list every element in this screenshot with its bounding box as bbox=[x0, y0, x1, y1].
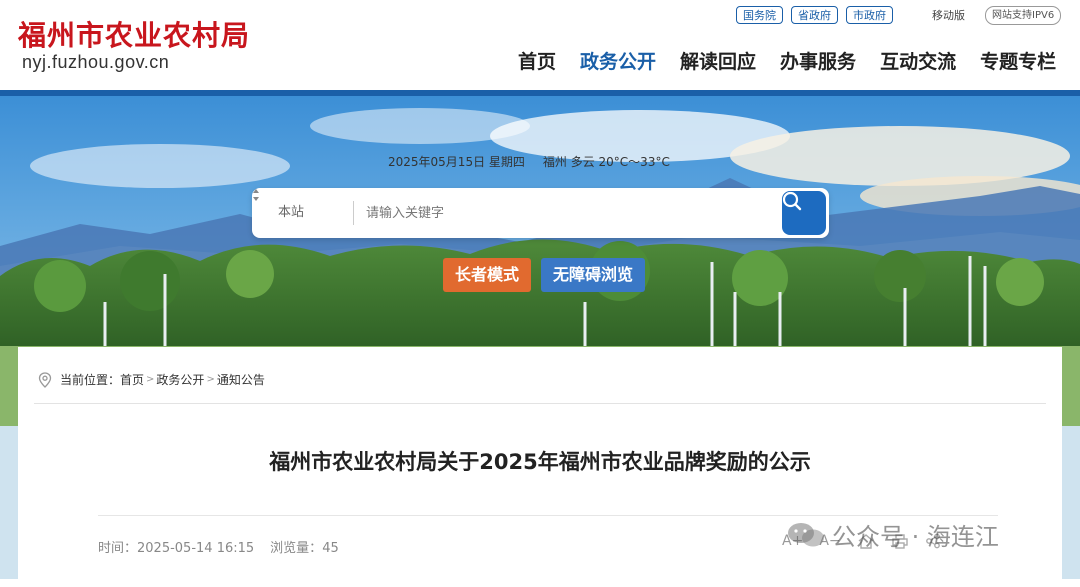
search-bar: 本站 bbox=[252, 188, 829, 238]
article-meta: 时间：2025-05-14 16:15 浏览量：45 bbox=[98, 537, 339, 556]
breadcrumb-separator: > bbox=[206, 374, 215, 385]
search-button[interactable] bbox=[782, 191, 826, 235]
breadcrumb-divider bbox=[34, 403, 1046, 404]
breadcrumb-home[interactable]: 首页 bbox=[120, 371, 144, 388]
site-domain: nyj.fuzhou.gov.cn bbox=[22, 52, 170, 72]
article-tools: A+ A− bbox=[782, 533, 941, 549]
link-provincial-gov[interactable]: 省政府 bbox=[791, 6, 838, 24]
print-icon[interactable] bbox=[891, 533, 909, 549]
home-icon[interactable] bbox=[857, 533, 875, 549]
search-icon bbox=[782, 191, 802, 211]
date-weather: 2025年05月15日 星期四 福州 多云 20°C～33°C bbox=[388, 153, 670, 170]
breadcrumb-prefix: 当前位置： bbox=[60, 373, 121, 387]
publish-time-label: 时间： bbox=[98, 541, 138, 556]
link-city-gov[interactable]: 市政府 bbox=[846, 6, 893, 24]
breadcrumb-government-affairs[interactable]: 政务公开 bbox=[156, 371, 204, 388]
article-title: 福州市农业农村局关于2025年福州市农业品牌奖励的公示 bbox=[269, 450, 811, 474]
nav-services[interactable]: 办事服务 bbox=[780, 47, 856, 74]
article-card: 当前位置： 首页 > 政务公开 > 通知公告 福州市农业农村局关于2025年福州… bbox=[18, 347, 1062, 587]
view-count-value: 45 bbox=[322, 541, 339, 556]
ipv6-badge[interactable]: 网站支持IPV6 bbox=[985, 6, 1062, 25]
view-count: 浏览量：45 bbox=[270, 537, 339, 556]
breadcrumb-notices[interactable]: 通知公告 bbox=[217, 371, 265, 388]
search-scope-value: 本站 bbox=[278, 205, 305, 220]
nav-home[interactable]: 首页 bbox=[518, 47, 556, 74]
link-state-council[interactable]: 国务院 bbox=[736, 6, 783, 24]
current-date: 2025年05月15日 星期四 bbox=[388, 155, 525, 169]
nav-interpretation[interactable]: 解读回应 bbox=[680, 47, 756, 74]
nav-special-topics[interactable]: 专题专栏 bbox=[980, 47, 1056, 74]
search-divider bbox=[353, 201, 354, 225]
site-header: 福州市农业农村局 nyj.fuzhou.gov.cn 国务院 省政府 市政府 移… bbox=[0, 0, 1080, 96]
nav-interaction[interactable]: 互动交流 bbox=[880, 47, 956, 74]
view-count-label: 浏览量： bbox=[270, 541, 323, 556]
accessible-browse-button[interactable]: 无障碍浏览 bbox=[541, 258, 646, 292]
font-increase-button[interactable]: A+ bbox=[782, 533, 803, 549]
share-icon[interactable] bbox=[925, 533, 941, 549]
nav-government-affairs[interactable]: 政务公开 bbox=[580, 47, 656, 74]
sort-arrows-icon bbox=[253, 189, 259, 201]
elder-mode-button[interactable]: 长者模式 bbox=[443, 258, 532, 292]
location-pin-icon bbox=[38, 371, 52, 388]
weather-info: 福州 多云 20°C～33°C bbox=[542, 155, 670, 169]
breadcrumb-separator: > bbox=[146, 374, 155, 385]
site-title[interactable]: 福州市农业农村局 bbox=[18, 14, 250, 54]
top-links: 国务院 省政府 市政府 bbox=[736, 6, 893, 24]
breadcrumb: 当前位置： 首页 > 政务公开 > 通知公告 bbox=[38, 371, 265, 388]
mobile-version-link[interactable]: 移动版 bbox=[932, 7, 965, 23]
font-decrease-button[interactable]: A− bbox=[819, 533, 840, 549]
search-input[interactable] bbox=[356, 198, 776, 228]
search-scope-select[interactable]: 本站 bbox=[266, 188, 350, 238]
meta-divider bbox=[98, 515, 998, 516]
publish-time-value: 2025-05-14 16:15 bbox=[137, 541, 255, 556]
main-nav: 首页 政务公开 解读回应 办事服务 互动交流 专题专栏 bbox=[518, 47, 1056, 74]
publish-time: 时间：2025-05-14 16:15 bbox=[98, 537, 254, 556]
